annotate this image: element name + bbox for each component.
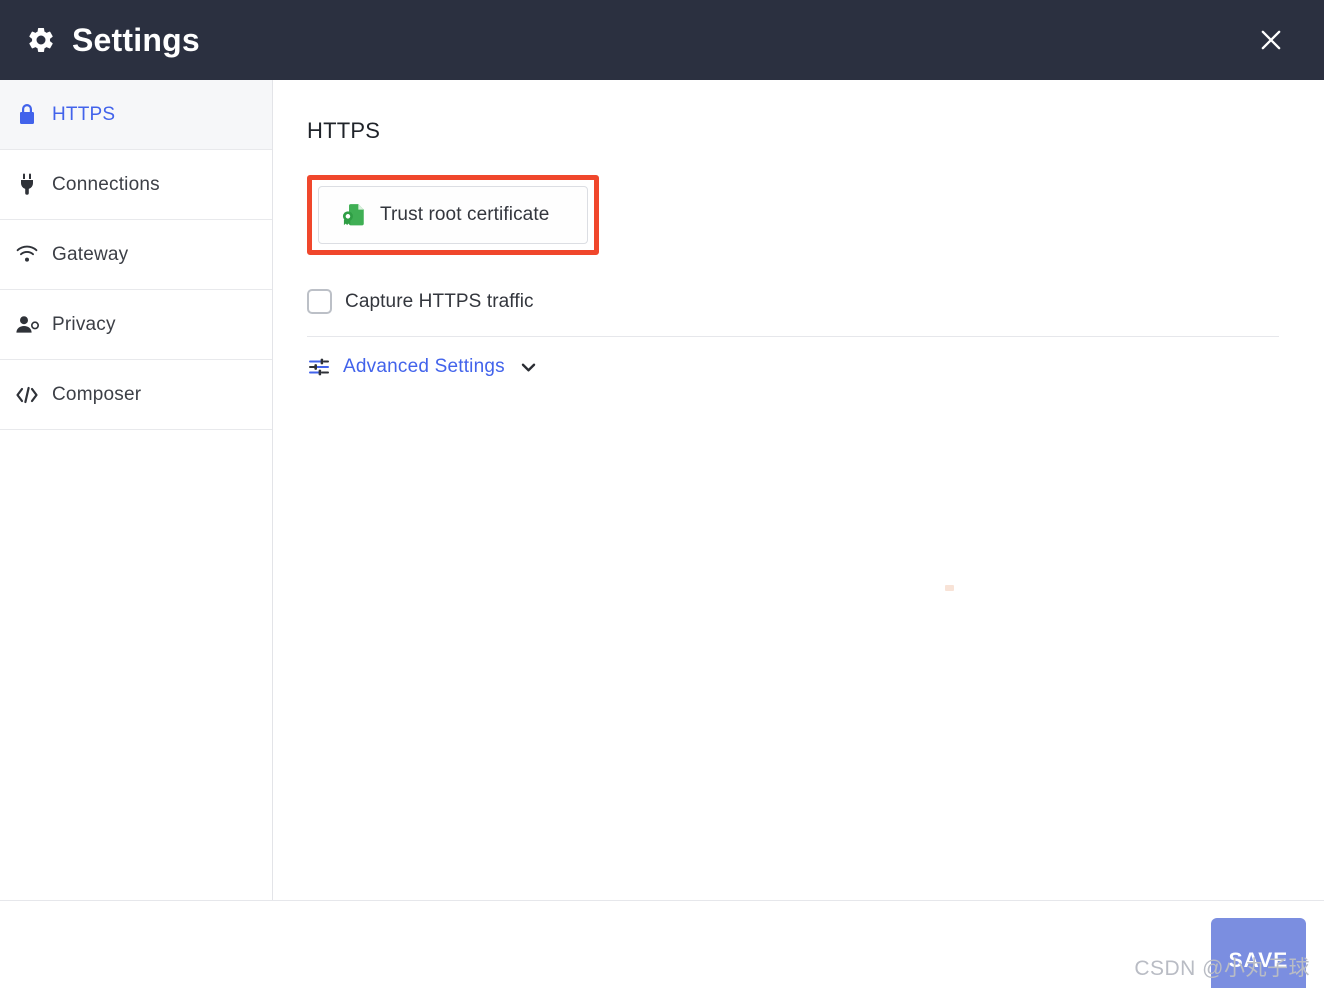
sidebar-item-https[interactable]: HTTPS [0, 80, 272, 150]
sidebar-item-label: Connections [52, 173, 160, 195]
settings-window: Settings HTTPS Connections Gateway Priva… [0, 0, 1324, 988]
capture-https-traffic-checkbox[interactable] [307, 289, 332, 314]
sidebar-item-label: Privacy [52, 313, 116, 335]
code-icon [14, 382, 40, 408]
section-divider [307, 336, 1279, 337]
window-titlebar: Settings [0, 0, 1324, 80]
titlebar-left-group: Settings [26, 24, 200, 56]
sidebar: HTTPS Connections Gateway Privacy Compos… [0, 80, 273, 900]
user-icon [14, 312, 40, 338]
sidebar-item-privacy[interactable]: Privacy [0, 290, 272, 360]
sidebar-item-label: Gateway [52, 243, 129, 265]
advanced-settings-label: Advanced Settings [343, 356, 505, 377]
sidebar-item-gateway[interactable]: Gateway [0, 220, 272, 290]
sidebar-item-composer[interactable]: Composer [0, 360, 272, 430]
content-pane: HTTPS Trust root certificate Capture HTT… [274, 80, 1324, 900]
chevron-down-icon [521, 363, 536, 371]
capture-https-traffic-row[interactable]: Capture HTTPS traffic [307, 289, 534, 314]
certificate-icon [342, 204, 364, 226]
highlight-annotation: Trust root certificate [307, 175, 599, 255]
lock-icon [14, 102, 40, 128]
save-button[interactable]: SAVE [1211, 918, 1306, 988]
wifi-icon [14, 242, 40, 268]
image-artifact-speck [945, 585, 954, 591]
advanced-settings-toggle[interactable]: Advanced Settings [307, 355, 538, 379]
gear-icon [29, 27, 53, 53]
sidebar-item-label: Composer [52, 383, 142, 405]
window-title: Settings [72, 22, 200, 58]
window-body: HTTPS Connections Gateway Privacy Compos… [0, 80, 1324, 900]
close-button[interactable] [1248, 17, 1294, 63]
sliders-icon [309, 358, 329, 376]
sidebar-item-label: HTTPS [52, 103, 116, 125]
window-footer: SAVE [0, 900, 1324, 988]
capture-https-traffic-label: Capture HTTPS traffic [345, 290, 534, 312]
trust-root-certificate-label: Trust root certificate [380, 204, 550, 225]
page-title: HTTPS [307, 118, 381, 143]
trust-root-certificate-button[interactable]: Trust root certificate [318, 186, 588, 244]
plug-icon [14, 172, 40, 198]
sidebar-item-connections[interactable]: Connections [0, 150, 272, 220]
close-icon [1261, 30, 1281, 50]
